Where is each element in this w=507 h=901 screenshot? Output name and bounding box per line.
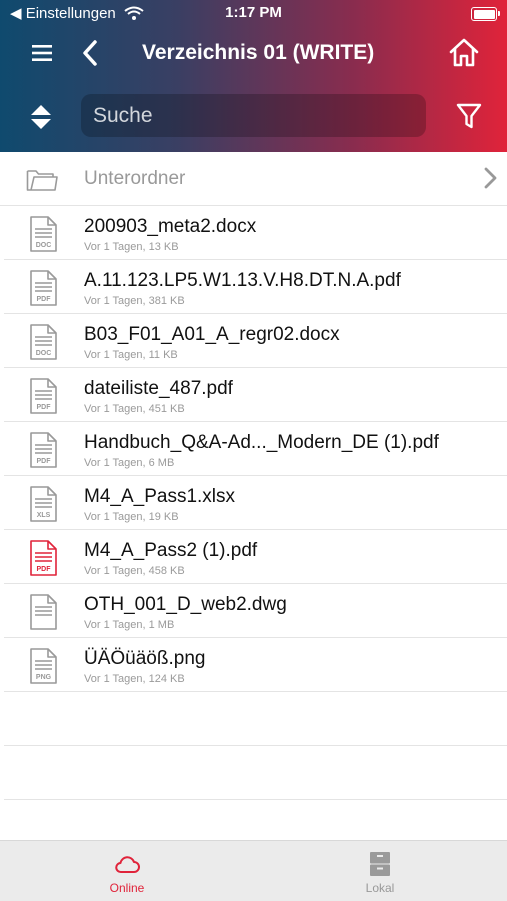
document-icon: PDF xyxy=(30,540,57,576)
storage-cabinet-icon xyxy=(370,852,390,876)
empty-row xyxy=(4,746,507,800)
file-meta: Vor 1 Tagen, 451 KB xyxy=(84,403,185,415)
file-meta: Vor 1 Tagen, 381 KB xyxy=(84,295,185,307)
home-icon[interactable] xyxy=(448,37,480,69)
document-icon: DOC xyxy=(30,324,57,360)
file-type-label: PDF xyxy=(37,566,52,573)
file-name: B03_F01_A01_A_regr02.docx xyxy=(84,324,340,345)
file-list: Unterordner DOC 200903_meta2.docx Vor 1 Ta… xyxy=(0,152,507,800)
navigation-bar: Verzeichnis 01 (WRITE) xyxy=(0,32,507,74)
file-name: OTH_001_D_web2.dwg xyxy=(84,594,287,615)
menu-icon[interactable] xyxy=(30,43,54,63)
file-meta: Vor 1 Tagen, 13 KB xyxy=(84,241,179,253)
document-icon: PDF xyxy=(30,378,57,414)
file-row[interactable]: PNG ÜÄÖüäöß.png Vor 1 Tagen, 124 KB xyxy=(4,638,507,692)
file-row[interactable]: PDF A.11.123.LP5.W1.13.V.H8.DT.N.A.pdf Vor… xyxy=(4,260,507,314)
file-name: M4_A_Pass1.xlsx xyxy=(84,486,236,507)
document-icon: XLS xyxy=(30,486,57,522)
sort-icon[interactable] xyxy=(30,104,52,130)
subfolder-label: Unterordner xyxy=(84,168,186,189)
file-type-label: PDF xyxy=(37,404,52,411)
file-type-label: PDF xyxy=(37,296,52,303)
tab-online[interactable]: Online xyxy=(67,841,187,901)
document-icon xyxy=(30,594,57,630)
subfolder-row[interactable]: Unterordner xyxy=(0,152,507,206)
tab-online-label: Online xyxy=(109,881,145,895)
file-row[interactable]: DOC 200903_meta2.docx Vor 1 Tagen, 13 KB xyxy=(4,206,507,260)
file-row[interactable]: OTH_001_D_web2.dwg Vor 1 Tagen, 1 MB xyxy=(4,584,507,638)
empty-row xyxy=(4,692,507,746)
file-meta: Vor 1 Tagen, 1 MB xyxy=(84,619,175,631)
file-type-label: DOC xyxy=(36,350,52,357)
file-type-label: PDF xyxy=(37,458,52,465)
file-name: M4_A_Pass2 (1).pdf xyxy=(84,540,258,561)
file-name: Handbuch_Q&A-Ad..._Modern_DE (1).pdf xyxy=(84,432,439,453)
battery-icon xyxy=(471,7,500,21)
folder-icon xyxy=(26,170,58,191)
file-type-label: PNG xyxy=(36,674,52,681)
file-row[interactable]: DOC B03_F01_A01_A_regr02.docx Vor 1 Tagen,… xyxy=(4,314,507,368)
file-meta: Vor 1 Tagen, 6 MB xyxy=(84,457,175,469)
file-type-label: XLS xyxy=(37,512,51,519)
file-meta: Vor 1 Tagen, 458 KB xyxy=(84,565,185,577)
document-icon: PDF xyxy=(30,432,57,468)
search-input[interactable] xyxy=(93,94,413,137)
file-row[interactable]: PDF Handbuch_Q&A-Ad..._Modern_DE (1).pdf V… xyxy=(4,422,507,476)
cloud-icon xyxy=(115,856,140,873)
file-name: dateiliste_487.pdf xyxy=(84,378,233,399)
page-title: Verzeichnis 01 (WRITE) xyxy=(142,41,375,64)
document-icon: DOC xyxy=(30,216,57,252)
tab-lokal[interactable]: Lokal xyxy=(320,841,440,901)
file-name: A.11.123.LP5.W1.13.V.H8.DT.N.A.pdf xyxy=(84,270,401,291)
tab-bar: Online Lokal xyxy=(0,840,507,901)
file-meta: Vor 1 Tagen, 124 KB xyxy=(84,673,185,685)
chevron-right-icon xyxy=(484,167,497,189)
file-meta: Vor 1 Tagen, 11 KB xyxy=(84,349,178,361)
file-row[interactable]: PDF dateiliste_487.pdf Vor 1 Tagen, 451 KB xyxy=(4,368,507,422)
status-bar: ◀ Einstellungen 1:17 PM xyxy=(0,4,507,24)
chevron-left-icon[interactable] xyxy=(80,39,100,67)
file-name: ÜÄÖüäöß.png xyxy=(84,648,206,669)
app-header: ◀ Einstellungen 1:17 PM Verzeichnis 01 (… xyxy=(0,0,507,152)
status-time: 1:17 PM xyxy=(225,4,282,21)
document-icon: PNG xyxy=(30,648,57,684)
file-row[interactable]: PDF M4_A_Pass2 (1).pdf Vor 1 Tagen, 458 KB xyxy=(4,530,507,584)
document-icon: PDF xyxy=(30,270,57,306)
tab-lokal-label: Lokal xyxy=(365,881,395,895)
search-field[interactable] xyxy=(81,94,426,137)
file-meta: Vor 1 Tagen, 19 KB xyxy=(84,511,179,523)
file-name: 200903_meta2.docx xyxy=(84,216,257,237)
file-row[interactable]: XLS M4_A_Pass1.xlsx Vor 1 Tagen, 19 KB xyxy=(4,476,507,530)
filter-icon[interactable] xyxy=(456,102,482,130)
file-type-label: DOC xyxy=(36,242,52,249)
